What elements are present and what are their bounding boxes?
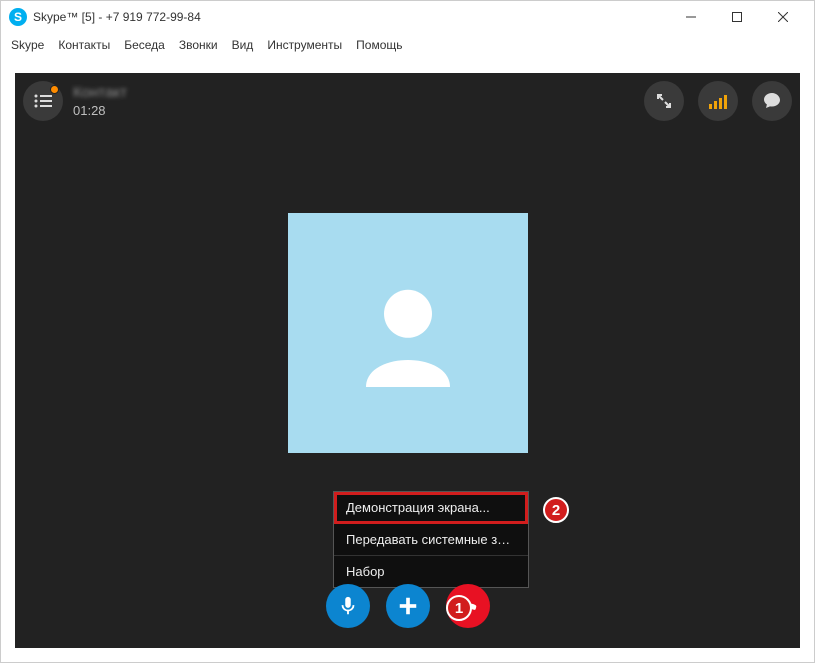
conversation-list-button[interactable] <box>23 81 63 121</box>
call-timer: 01:28 <box>73 103 127 118</box>
fullscreen-button[interactable] <box>644 81 684 121</box>
menu-calls[interactable]: Звонки <box>179 38 218 52</box>
call-quality-button[interactable] <box>698 81 738 121</box>
call-top-overlay: Контакт 01:28 <box>23 81 792 121</box>
minimize-button[interactable] <box>668 2 714 32</box>
maximize-button[interactable] <box>714 2 760 32</box>
avatar-placeholder-icon <box>348 273 468 393</box>
window-controls <box>668 2 806 32</box>
add-button[interactable] <box>386 584 430 628</box>
call-area: Контакт 01:28 Демонстрация экрана... Пер… <box>15 73 800 648</box>
menu-item-dialpad[interactable]: Набор <box>334 556 528 587</box>
menu-bar: Skype Контакты Беседа Звонки Вид Инструм… <box>1 33 814 57</box>
menu-tools[interactable]: Инструменты <box>267 38 342 52</box>
title-bar: S Skype™ [5] - +7 919 772-99-84 <box>1 1 814 33</box>
close-button[interactable] <box>760 2 806 32</box>
mute-button[interactable] <box>326 584 370 628</box>
annotation-badge-1: 1 <box>446 595 472 621</box>
annotation-badge-2: 2 <box>543 497 569 523</box>
menu-view[interactable]: Вид <box>232 38 254 52</box>
contact-avatar <box>288 213 528 453</box>
notification-dot-icon <box>50 85 59 94</box>
menu-contacts[interactable]: Контакты <box>58 38 110 52</box>
plus-menu-popup: Демонстрация экрана... Передавать систем… <box>333 491 529 588</box>
contact-name: Контакт <box>73 84 127 101</box>
contact-info: Контакт 01:28 <box>73 84 127 118</box>
menu-item-system-sounds[interactable]: Передавать системные звуки... <box>334 524 528 556</box>
chat-button[interactable] <box>752 81 792 121</box>
menu-conversation[interactable]: Беседа <box>124 38 165 52</box>
signal-icon <box>709 93 727 109</box>
menu-help[interactable]: Помощь <box>356 38 402 52</box>
menu-item-screen-share[interactable]: Демонстрация экрана... <box>334 492 528 524</box>
skype-logo-icon: S <box>9 8 27 26</box>
menu-skype[interactable]: Skype <box>11 38 44 52</box>
window-title: Skype™ [5] - +7 919 772-99-84 <box>33 10 668 24</box>
top-right-controls <box>644 81 792 121</box>
